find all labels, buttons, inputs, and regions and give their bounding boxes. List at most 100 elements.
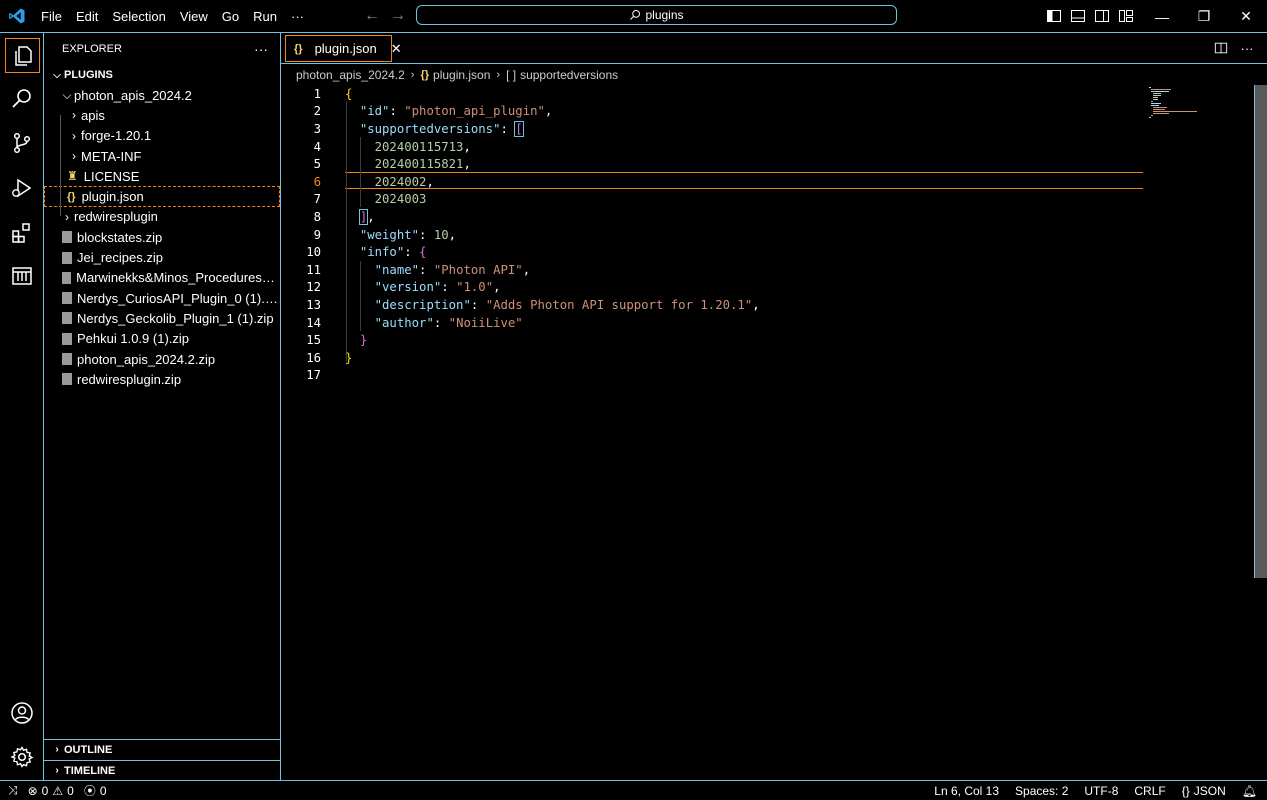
ports-indicator[interactable]: ⦿ 0 <box>84 782 107 799</box>
tree-item[interactable]: Pehkui 1.0.9 (1).zip <box>44 329 280 349</box>
code-line[interactable]: 10 "info": { <box>282 243 1142 261</box>
timeline-section[interactable]: › TIMELINE <box>44 760 280 780</box>
run-debug-activity[interactable] <box>0 168 44 208</box>
code-line[interactable]: 13 "description": "Adds Photon API suppo… <box>282 296 1142 314</box>
chevron-right-icon: › <box>72 108 76 123</box>
tree-item[interactable]: redwiresplugin.zip <box>44 369 280 389</box>
tree-item[interactable]: blockstates.zip <box>44 227 280 247</box>
account-icon <box>11 702 33 724</box>
code-token: : <box>470 297 486 312</box>
editor-actions: ··· <box>1213 40 1255 56</box>
close-window-icon[interactable]: ✕ <box>1225 0 1267 33</box>
code-line[interactable]: 6 2024002, <box>282 173 1142 191</box>
tree-item[interactable]: Nerdys_Geckolib_Plugin_1 (1).zip <box>44 308 280 328</box>
toggle-secondary-sidebar-icon[interactable] <box>1094 8 1110 24</box>
code-editor[interactable]: 1{2 "id": "photon_api_plugin", 3 "support… <box>282 85 1252 779</box>
code-line[interactable]: 7 2024003 <box>282 191 1142 209</box>
json-file-icon: {} <box>420 69 430 81</box>
layout-controls <box>1046 8 1134 24</box>
breadcrumb-file[interactable]: plugin.json <box>433 68 490 82</box>
menu-selection[interactable]: Selection <box>105 0 172 33</box>
tree-item[interactable]: {} plugin.json <box>44 186 280 207</box>
notifications-bell-icon[interactable]: 🔔︎ <box>1242 784 1257 798</box>
code-line[interactable]: 5 202400115821, <box>282 155 1142 173</box>
tree-item[interactable]: Jei_recipes.zip <box>44 247 280 267</box>
code-line[interactable]: 17 <box>282 367 1142 385</box>
tree-item[interactable]: Nerdys_CuriosAPI_Plugin_0 (1).zip <box>44 288 280 308</box>
breadcrumb-folder[interactable]: photon_apis_2024.2 <box>296 68 405 82</box>
code-token: : <box>433 315 449 330</box>
testing-activity[interactable] <box>0 256 44 296</box>
menu-go[interactable]: Go <box>215 0 246 33</box>
search-activity[interactable] <box>0 78 44 118</box>
workspace-root-label: PLUGINS <box>64 69 113 81</box>
split-editor-icon[interactable] <box>1213 40 1229 56</box>
end-of-line[interactable]: CRLF <box>1134 784 1165 798</box>
more-actions-icon[interactable]: ··· <box>1239 40 1255 56</box>
run-debug-icon <box>12 178 32 198</box>
code-line[interactable]: 14 "author": "NoiiLive" <box>282 314 1142 332</box>
chevron-right-icon: › <box>72 149 76 164</box>
extensions-activity[interactable] <box>0 213 44 253</box>
code-token: 202400115713 <box>374 139 464 154</box>
breadcrumb-symbol[interactable]: supportedversions <box>520 68 618 82</box>
code-line[interactable]: 1{ <box>282 85 1142 103</box>
customize-layout-icon[interactable] <box>1118 8 1134 24</box>
code-line[interactable]: 3 "supportedversions": [ <box>282 120 1142 138</box>
tree-item[interactable]: photon_apis_2024.2.zip <box>44 349 280 369</box>
command-center-search[interactable]: plugins <box>416 5 897 25</box>
test-tube-rack-icon <box>12 267 32 285</box>
explorer-activity[interactable] <box>5 38 40 73</box>
code-text: { <box>345 87 352 101</box>
tree-item[interactable]: › apis <box>44 105 280 125</box>
tree-item[interactable]: Marwinekks&Minos_Procedures_Plu... <box>44 268 280 288</box>
back-arrow-icon[interactable]: ← <box>362 7 382 25</box>
tab-plugin-json[interactable]: {} plugin.json ✕ <box>285 35 402 62</box>
toggle-panel-icon[interactable] <box>1070 8 1086 24</box>
cursor-position[interactable]: Ln 6, Col 13 <box>934 784 999 798</box>
code-line[interactable]: 8 ], <box>282 208 1142 226</box>
encoding[interactable]: UTF-8 <box>1084 784 1118 798</box>
workspace-root[interactable]: ⌵ PLUGINS <box>44 65 280 85</box>
remote-indicator-icon[interactable]: ⤨ <box>8 783 18 798</box>
code-token: : <box>419 227 434 242</box>
outline-section[interactable]: › OUTLINE <box>44 739 280 759</box>
code-line[interactable]: 11 "name": "Photon API", <box>282 261 1142 279</box>
tree-item[interactable]: ♜ LICENSE <box>44 166 280 186</box>
explorer-more-actions[interactable]: ··· <box>254 41 268 57</box>
language-mode[interactable]: {} JSON <box>1182 784 1226 798</box>
code-line[interactable]: 9 "weight": 10, <box>282 226 1142 244</box>
vertical-scrollbar[interactable] <box>1254 85 1267 578</box>
tree-item[interactable]: › forge-1.20.1 <box>44 126 280 146</box>
menu-more[interactable]: ··· <box>284 0 311 33</box>
manage-activity[interactable] <box>0 737 44 777</box>
restore-icon[interactable]: ❐ <box>1183 0 1225 33</box>
line-number: 8 <box>313 209 321 224</box>
status-bar: ⤨ ⊗ 0 ⚠ 0 ⦿ 0 Ln 6, Col 13 Spaces: 2 UTF-8 … <box>0 780 1267 800</box>
accounts-activity[interactable] <box>0 693 44 733</box>
minimize-icon[interactable]: — <box>1141 0 1183 33</box>
code-line[interactable]: 16} <box>282 349 1142 367</box>
search-icon <box>12 89 31 108</box>
close-tab-icon[interactable]: ✕ <box>391 41 402 57</box>
problems-indicator[interactable]: ⊗ 0 ⚠ 0 <box>28 784 74 798</box>
menu-view[interactable]: View <box>173 0 215 33</box>
code-line[interactable]: 4 202400115713, <box>282 138 1142 156</box>
minimap[interactable] <box>1145 85 1253 125</box>
forward-arrow-icon[interactable]: → <box>388 7 408 25</box>
indentation[interactable]: Spaces: 2 <box>1015 784 1068 798</box>
tree-item[interactable]: › redwiresplugin <box>44 207 280 227</box>
toggle-primary-sidebar-icon[interactable] <box>1046 8 1062 24</box>
menu-edit[interactable]: Edit <box>69 0 105 33</box>
tree-item[interactable]: › META-INF <box>44 146 280 166</box>
code-line[interactable]: 2 "id": "photon_api_plugin", <box>282 103 1142 121</box>
menu-run[interactable]: Run <box>246 0 284 33</box>
code-token: , <box>463 139 471 154</box>
code-line[interactable]: 12 "version": "1.0", <box>282 279 1142 297</box>
source-control-activity[interactable] <box>0 123 44 163</box>
code-line[interactable]: 15 } <box>282 331 1142 349</box>
menu-file[interactable]: File <box>34 0 69 33</box>
tree-item[interactable]: ⌵ photon_apis_2024.2 <box>44 85 280 105</box>
